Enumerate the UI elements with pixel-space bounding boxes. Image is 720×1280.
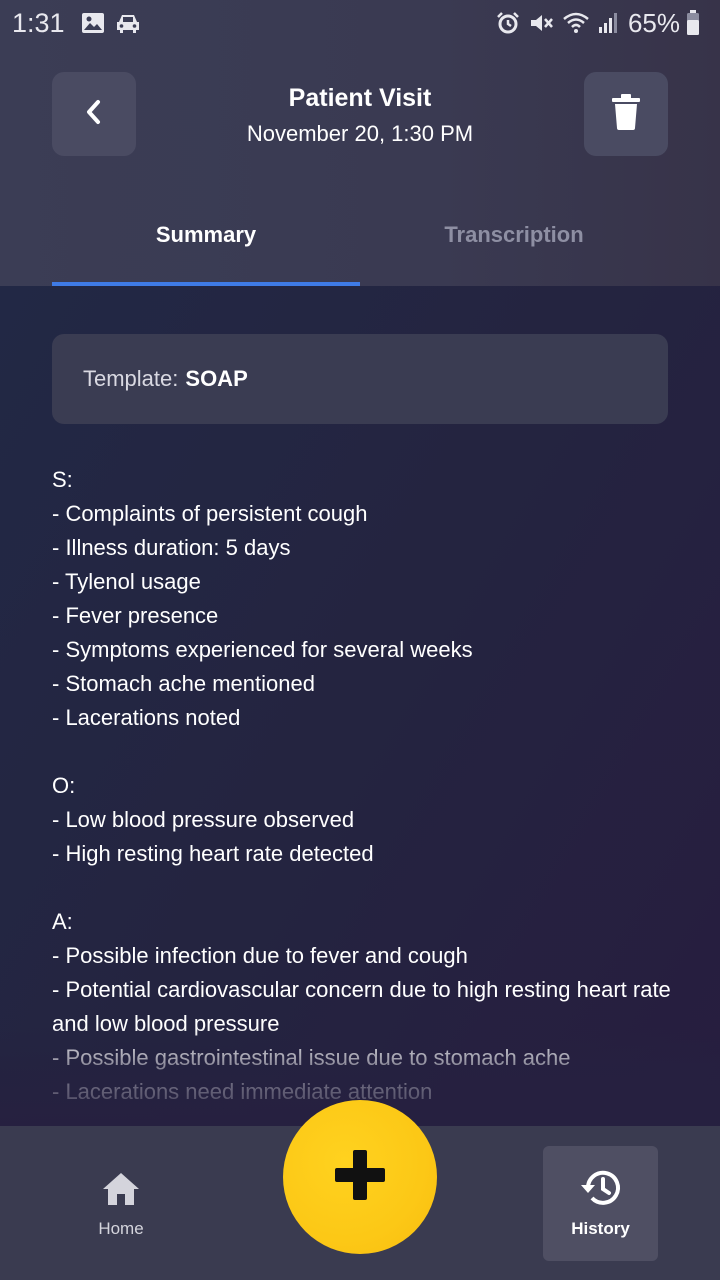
add-button[interactable]: [283, 1100, 437, 1254]
battery-icon: [686, 10, 700, 36]
tab-summary[interactable]: Summary: [52, 222, 360, 248]
mute-icon: [528, 11, 554, 35]
delete-button[interactable]: [584, 72, 668, 156]
soap-list-item: - Fever presence: [52, 603, 219, 628]
nav-home-label: Home: [98, 1219, 144, 1238]
nav-history-label: History: [571, 1219, 630, 1238]
template-card[interactable]: Template: SOAP: [52, 334, 668, 424]
chevron-left-icon: [82, 97, 106, 132]
trash-icon: [612, 93, 640, 135]
template-value: SOAP: [185, 366, 248, 391]
page-title: Patient Visit: [288, 84, 432, 112]
soap-list-item: - Potential cardiovascular concern due t…: [52, 977, 671, 1036]
summary-content[interactable]: Template: SOAP S: - Complaints of persis…: [0, 286, 720, 1126]
soap-a-heading: A:: [52, 909, 73, 934]
nav-home-button[interactable]: Home: [64, 1172, 178, 1252]
tab-transcription[interactable]: Transcription: [360, 222, 668, 248]
soap-list-item: - High resting heart rate detected: [52, 841, 374, 866]
signal-icon: [598, 12, 620, 34]
gallery-icon: [81, 12, 105, 34]
soap-list-item: - Possible infection due to fever and co…: [52, 943, 468, 968]
status-time: 1:31: [12, 7, 65, 38]
soap-list-item: - Lacerations noted: [52, 705, 241, 730]
history-icon: [578, 1168, 624, 1213]
template-label: Template:: [83, 366, 179, 391]
alarm-icon: [496, 11, 520, 35]
wifi-icon: [562, 12, 590, 34]
soap-list-item: - Possible gastrointestinal issue due to…: [52, 1045, 571, 1070]
visit-datetime: November 20, 1:30 PM: [246, 121, 474, 146]
soap-list-item: - Stomach ache mentioned: [52, 671, 315, 696]
battery-percent: 65%: [627, 7, 680, 38]
soap-list-item: - Complaints of persistent cough: [52, 501, 368, 526]
active-tab-indicator: [52, 282, 360, 286]
back-button[interactable]: [52, 72, 136, 156]
car-icon: [115, 12, 141, 34]
soap-list-item: - Low blood pressure observed: [52, 807, 355, 832]
home-icon: [102, 1172, 140, 1211]
soap-s-heading: S:: [52, 467, 73, 492]
soap-list-item: - Symptoms experienced for several weeks: [52, 637, 473, 662]
plus-icon: [335, 1149, 385, 1205]
soap-list-item: - Illness duration: 5 days: [52, 535, 291, 560]
nav-history-button[interactable]: History: [543, 1146, 658, 1261]
soap-o-heading: O:: [52, 773, 76, 798]
status-bar: 1:31 65%: [0, 0, 720, 46]
soap-list-item: - Tylenol usage: [52, 569, 201, 594]
soap-note: S: - Complaints of persistent cough - Il…: [52, 463, 672, 1109]
